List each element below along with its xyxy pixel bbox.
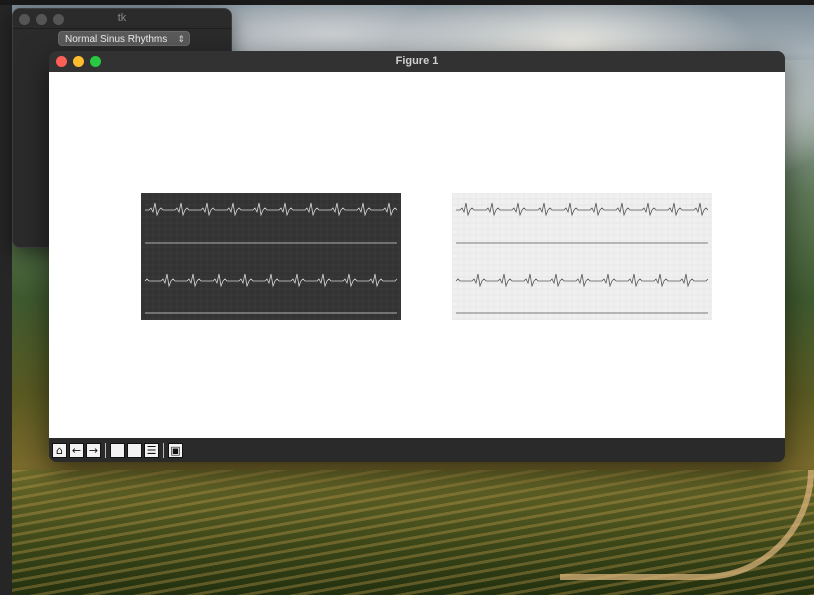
back-arrow-icon: ←: [71, 443, 82, 457]
ecg-lead-trace: [145, 202, 398, 217]
figure-window-title: Figure 1: [395, 55, 439, 67]
forward-button[interactable]: →: [86, 442, 101, 458]
toolbar-separator: [163, 442, 164, 458]
tk-window-title: tk: [117, 12, 127, 24]
pan-button[interactable]: [110, 442, 125, 458]
save-button[interactable]: ▣: [168, 442, 183, 458]
toolbar-separator: [105, 442, 106, 458]
updown-chevron-icon: ⇕: [177, 34, 185, 44]
navigation-toolbar: ⌂ ← → ☰ ▣: [49, 438, 785, 462]
save-icon: ▣: [170, 443, 181, 457]
zoom-button[interactable]: [127, 442, 142, 458]
rhythm-dropdown-value: Normal Sinus Rhythms: [65, 34, 168, 45]
configure-subplots-button[interactable]: ☰: [144, 442, 159, 458]
figure-titlebar[interactable]: Figure 1: [49, 51, 785, 72]
tk-titlebar[interactable]: tk: [13, 9, 231, 29]
ecg-lead-trace: [456, 202, 709, 217]
ecg-lead-trace: [144, 273, 398, 288]
ecg-trace-light: [452, 193, 712, 320]
figure-window: Figure 1 ⌂ ← → ☰ ▣: [49, 51, 785, 462]
sliders-icon: ☰: [146, 443, 157, 457]
ecg-image-dark: [141, 193, 401, 320]
home-button[interactable]: ⌂: [52, 442, 67, 458]
forward-arrow-icon: →: [88, 443, 99, 457]
ecg-lead-trace: [455, 273, 709, 288]
back-button[interactable]: ←: [69, 442, 84, 458]
screen-edge: [0, 5, 12, 595]
rhythm-dropdown[interactable]: Normal Sinus Rhythms ⇕: [58, 31, 190, 46]
home-icon: ⌂: [56, 443, 63, 457]
ecg-trace-dark: [141, 193, 401, 320]
ecg-image-light: [452, 193, 712, 320]
figure-canvas[interactable]: [49, 72, 785, 438]
